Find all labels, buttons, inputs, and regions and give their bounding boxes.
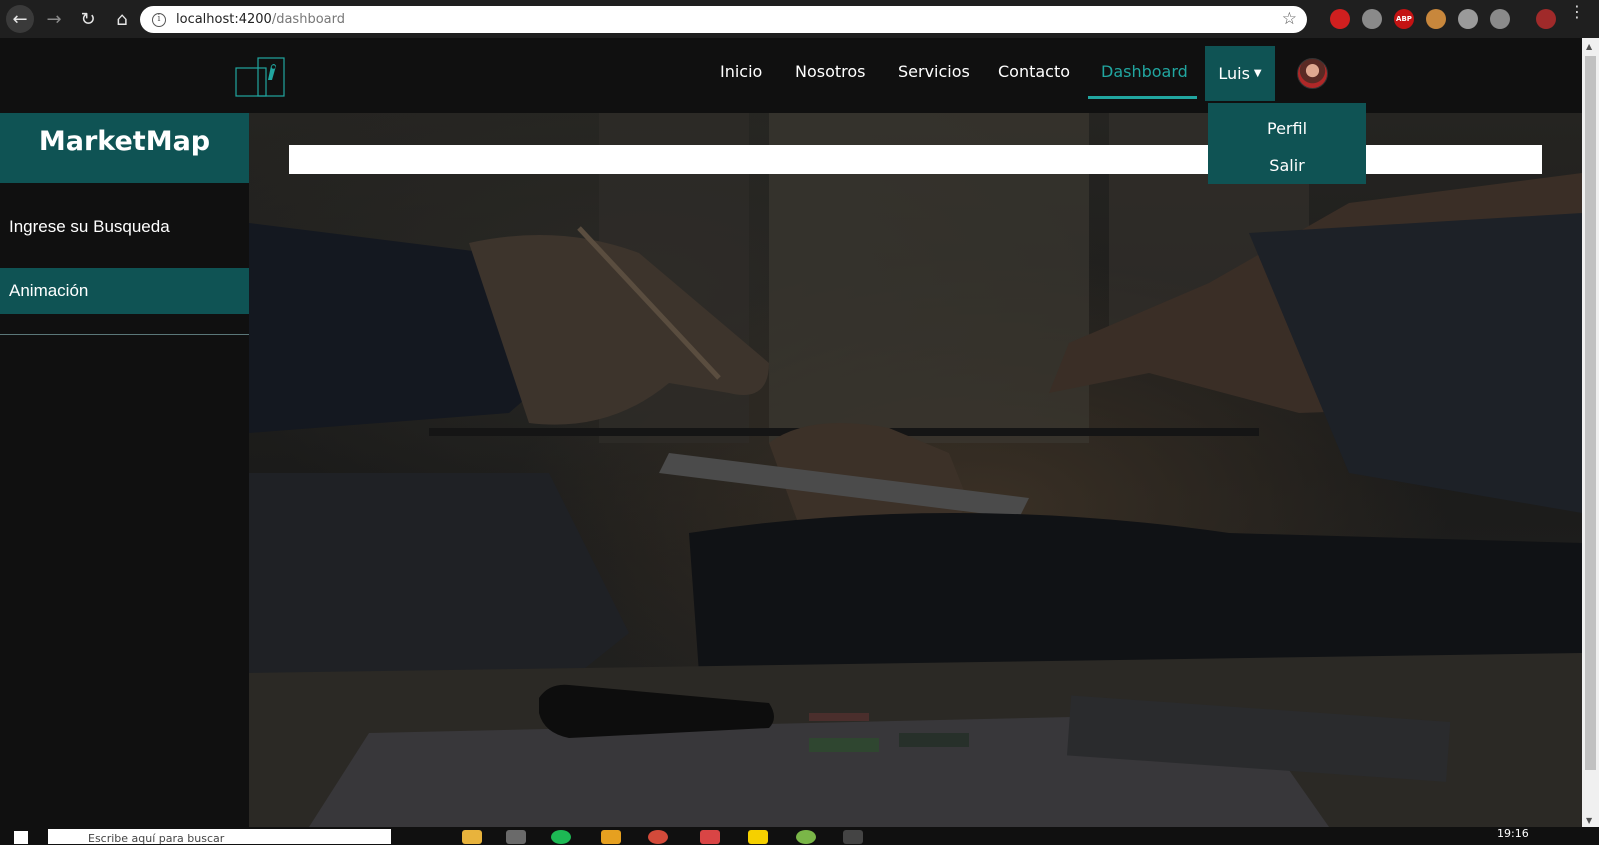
home-button[interactable]: ⌂ <box>108 5 136 33</box>
sticky-notes-icon[interactable] <box>748 830 768 844</box>
sidebar-brand: MarketMap <box>0 113 249 183</box>
site-logo-icon[interactable] <box>234 56 288 98</box>
scroll-up-arrow-icon[interactable]: ▲ <box>1586 42 1592 51</box>
chrome-canary-icon[interactable] <box>601 830 621 844</box>
scroll-thumb[interactable] <box>1585 56 1596 770</box>
nav-link-servicios[interactable]: Servicios <box>898 62 970 81</box>
forward-button[interactable]: → <box>40 5 68 33</box>
app-icon[interactable] <box>506 830 526 844</box>
sidebar-item-animacion[interactable]: Animación <box>0 268 249 314</box>
site-info-icon[interactable]: i <box>152 12 166 27</box>
site-navbar: Inicio Nosotros Servicios Contacto Dashb… <box>0 38 1582 113</box>
app-icon-green[interactable] <box>796 830 816 844</box>
user-name: Luis <box>1218 64 1250 83</box>
chrome-menu-icon[interactable]: ⋮ <box>1569 4 1585 20</box>
back-button[interactable]: ← <box>6 5 34 33</box>
cube-extension-icon[interactable] <box>1458 9 1478 29</box>
background-photo <box>249 113 1582 827</box>
browser-toolbar: ← → ↻ ⌂ i localhost:4200/dashboard ☆ ABP… <box>0 0 1599 38</box>
windows-taskbar: Escribe aquí para buscar 19:16 <box>0 827 1599 845</box>
sidebar-divider <box>0 334 249 335</box>
adblock-extension-icon[interactable]: ABP <box>1394 9 1414 29</box>
terminal-icon[interactable] <box>843 830 863 844</box>
nav-link-contacto[interactable]: Contacto <box>998 62 1070 81</box>
url-path: /dashboard <box>271 12 345 27</box>
dropdown-item-perfil[interactable]: Perfil <box>1208 119 1366 138</box>
taskbar-search[interactable]: Escribe aquí para buscar <box>48 829 391 845</box>
cookie-extension-icon[interactable] <box>1426 9 1446 29</box>
page-scrollbar[interactable]: ▲ ▼ <box>1582 38 1599 827</box>
user-menu-toggle[interactable]: Luis ▼ <box>1205 46 1275 101</box>
bot-extension-icon[interactable] <box>1490 9 1510 29</box>
taskbar-search-text: Escribe aquí para buscar <box>88 832 225 845</box>
user-dropdown-menu: Perfil Salir <box>1208 103 1366 184</box>
dropdown-item-salir[interactable]: Salir <box>1208 156 1366 175</box>
file-explorer-icon[interactable] <box>462 830 482 844</box>
main-content <box>249 113 1582 827</box>
caret-down-icon: ▼ <box>1253 68 1262 79</box>
taskbar-clock: 19:16 <box>1497 827 1529 840</box>
camera-extension-icon[interactable] <box>1362 9 1382 29</box>
app-icon-red[interactable] <box>700 830 720 844</box>
windows-start-icon[interactable] <box>14 831 28 844</box>
reload-button[interactable]: ↻ <box>74 5 102 33</box>
sidebar-item-busqueda[interactable]: Ingrese su Busqueda <box>9 217 170 237</box>
url-text[interactable]: localhost:4200/dashboard <box>176 12 345 27</box>
extensions-bar: ABP <box>1330 9 1510 29</box>
profile-avatar-icon[interactable] <box>1536 9 1556 29</box>
sidebar: MarketMap Ingrese su Busqueda Animación <box>0 113 249 827</box>
scroll-down-arrow-icon[interactable]: ▼ <box>1586 816 1592 825</box>
spotify-icon[interactable] <box>551 830 571 844</box>
user-avatar[interactable] <box>1297 58 1328 89</box>
bookmark-star-icon[interactable]: ☆ <box>1282 9 1297 29</box>
nav-link-dashboard[interactable]: Dashboard <box>1101 62 1188 81</box>
active-nav-indicator <box>1088 96 1197 99</box>
nav-link-inicio[interactable]: Inicio <box>720 62 762 81</box>
url-host: localhost:4200 <box>176 12 272 27</box>
nav-link-nosotros[interactable]: Nosotros <box>795 62 866 81</box>
address-bar[interactable]: i localhost:4200/dashboard ☆ <box>140 6 1307 33</box>
red-hand-extension-icon[interactable] <box>1330 9 1350 29</box>
chrome-icon[interactable] <box>648 830 668 844</box>
